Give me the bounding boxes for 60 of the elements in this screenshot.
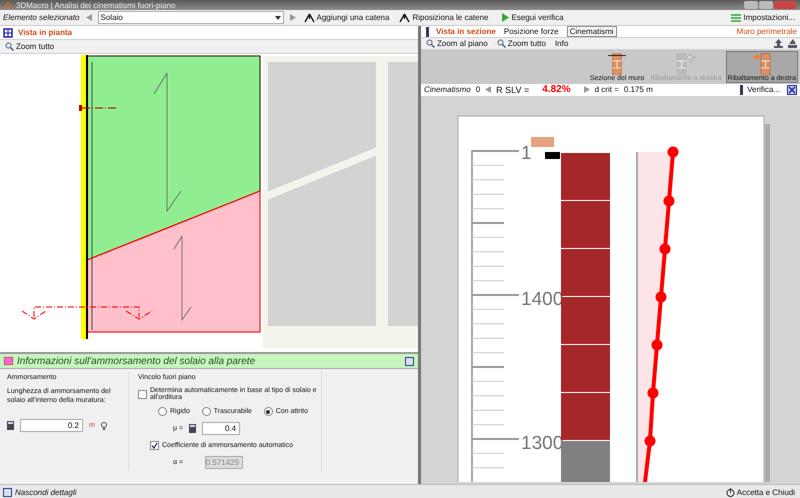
brick-icon <box>531 137 560 159</box>
settings-button[interactable]: Impostazioni... <box>729 12 797 22</box>
app-logo-icon <box>4 1 12 9</box>
toolbar-button[interactable]: Aggiungi una catena <box>302 12 392 23</box>
magnifier-icon <box>496 38 506 48</box>
hide-details-button[interactable] <box>3 488 12 496</box>
previous-arrow-icon[interactable] <box>86 14 92 21</box>
calculator-icon <box>189 424 196 433</box>
plan-view-title: Vista in pianta <box>18 28 72 37</box>
previous-arrow-icon[interactable] <box>485 86 492 94</box>
view-tab[interactable]: Posizione forze <box>500 26 562 37</box>
radio-button[interactable] <box>158 407 167 416</box>
wall-section-icon <box>607 52 628 75</box>
calculator-icon <box>7 421 14 430</box>
zoom-all-button[interactable]: Zoom tutto <box>3 42 56 51</box>
view-tab[interactable]: Cinematismi <box>566 26 617 37</box>
power-icon <box>726 488 735 496</box>
hide-details-label: Nascondi dettagli <box>15 488 76 496</box>
toolbar-button[interactable]: Info <box>552 38 570 48</box>
toolbar-button[interactable]: Esegui verifica <box>496 12 566 23</box>
panel-icon <box>4 357 13 365</box>
radio-button[interactable] <box>264 407 273 416</box>
friction-field[interactable]: 0.4 <box>202 422 240 435</box>
lightbulb-icon <box>100 422 107 430</box>
tripod-icon <box>399 12 410 23</box>
ruler-label: 1 <box>521 143 532 164</box>
panel-title: Informazioni sull'ammorsamento del solaio alla parete <box>17 356 256 366</box>
element-label: Elemento selezionato <box>3 13 80 22</box>
dcrit-label: d crit = <box>594 85 619 94</box>
export-icon <box>774 38 783 48</box>
plan-view-icon <box>3 28 13 38</box>
checkbox[interactable] <box>150 441 159 450</box>
magnifier-icon <box>5 42 14 51</box>
tripod-icon <box>304 12 314 23</box>
radio-button[interactable] <box>202 407 211 416</box>
settings-lines-icon <box>731 12 742 22</box>
element-dropdown[interactable]: Solaio <box>98 11 284 24</box>
toolbar-button[interactable]: Zoom al piano <box>424 38 490 48</box>
mechanism-label: Cinematismo <box>424 85 471 94</box>
close-button[interactable] <box>787 84 797 95</box>
collapse-button[interactable] <box>405 356 414 366</box>
next-arrow-icon[interactable] <box>584 86 590 94</box>
magnifier-icon <box>426 38 435 48</box>
rslv-value: 4.82% <box>541 84 572 96</box>
next-arrow-icon[interactable] <box>290 14 296 21</box>
toolbar-button[interactable]: Riposiziona le catene <box>397 12 490 23</box>
dropdown-caret-icon[interactable] <box>274 16 280 20</box>
rslv-label: R SLV = <box>496 84 530 95</box>
section-view-title: Vista in sezione <box>436 27 496 36</box>
dcrit-value: 0.175 m <box>624 85 653 94</box>
window-title: 3DMacro | Analisi dei cinematismi fuori-piano <box>16 0 176 10</box>
wall-name: Muro perimetrale <box>736 27 797 36</box>
checkbox[interactable] <box>138 390 147 398</box>
wall-right-arrow-icon <box>752 52 772 75</box>
verify-button[interactable]: Verifica... <box>736 84 782 95</box>
anchorage-length-field[interactable]: 0.2 <box>20 419 83 432</box>
wall-left-arrow-icon <box>676 52 696 75</box>
toolbar-button[interactable]: Zoom tutto <box>494 38 548 48</box>
mechanism-index[interactable]: 0 <box>476 85 480 94</box>
accept-close-button[interactable]: Accetta e Chiudi <box>724 488 797 496</box>
